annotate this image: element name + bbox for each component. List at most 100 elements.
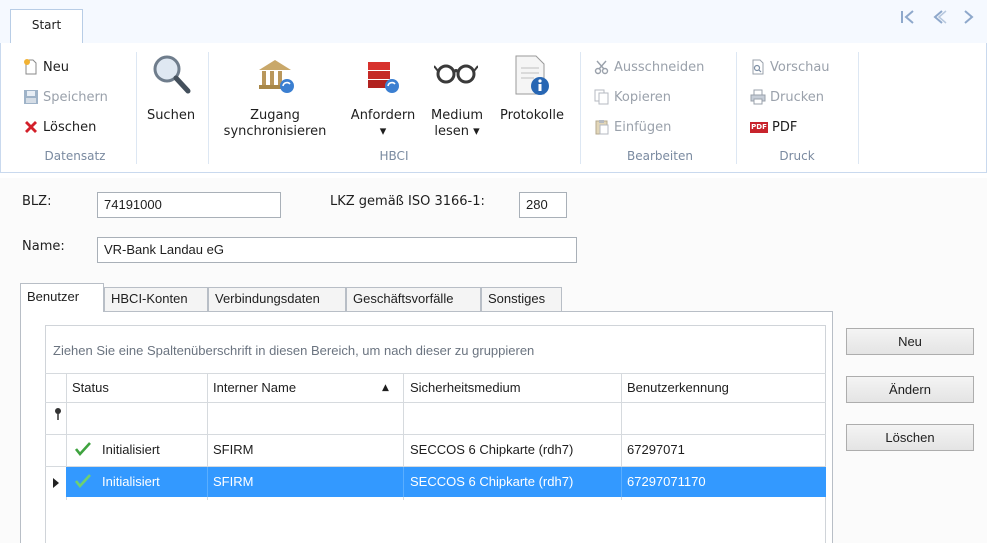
group-label-bearbeiten: Bearbeiten <box>627 149 693 163</box>
grid-line <box>403 467 404 497</box>
aendern-button[interactable]: Ändern <box>846 376 974 403</box>
blz-label: BLZ: <box>22 194 52 209</box>
sort-ascending-icon: ▲ <box>382 383 389 393</box>
name-label: Name: <box>22 239 65 254</box>
ribbon-tab-bar <box>0 0 987 44</box>
filter-pin-icon[interactable] <box>53 407 63 424</box>
protokolle-button[interactable]: Protokolle <box>492 52 572 152</box>
table-row-selected[interactable]: Initialisiert SFIRM SECCOS 6 Chipkarte (… <box>46 467 826 497</box>
preview-icon <box>750 59 766 75</box>
bank-sync-icon <box>255 56 295 101</box>
tab-start[interactable]: Start <box>10 9 83 43</box>
kopieren-label: Kopieren <box>614 89 671 105</box>
pdf-icon: PDF <box>750 119 768 135</box>
medium-lesen-text: lesen <box>434 124 469 139</box>
speichern-label: Speichern <box>43 89 108 105</box>
neu-button[interactable]: Neu <box>23 56 69 78</box>
zugang-label-line1: Zugang <box>250 108 300 123</box>
pdf-badge: PDF <box>750 122 768 133</box>
column-header-status[interactable]: Status <box>72 374 109 402</box>
pdf-button[interactable]: PDF PDF <box>750 116 797 138</box>
copy-icon <box>594 89 610 105</box>
tab-geschaeftsvorfaelle[interactable]: Geschäftsvorfälle <box>346 287 481 311</box>
cell-interner-name: SFIRM <box>213 474 254 489</box>
tab-sonstiges[interactable]: Sonstiges <box>481 287 562 311</box>
pdf-label: PDF <box>772 119 798 135</box>
ausschneiden-label: Ausschneiden <box>614 59 705 75</box>
medium-label-line2: lesen ▾ <box>424 124 490 140</box>
row-indicator-icon <box>53 477 59 491</box>
anfordern-button[interactable]: Anfordern ▾ <box>344 52 422 152</box>
cell-sicherheitsmedium: SECCOS 6 Chipkarte (rdh7) <box>410 442 574 457</box>
tab-hbci-konten[interactable]: HBCI-Konten <box>104 287 208 311</box>
anfordern-dropdown-icon: ▾ <box>379 124 387 139</box>
group-separator <box>736 52 737 164</box>
cell-status: Initialisiert <box>102 474 160 489</box>
tab-verbindungsdaten[interactable]: Verbindungsdaten <box>208 287 346 311</box>
group-label-datensatz: Datensatz <box>44 149 106 163</box>
printer-icon <box>750 89 766 105</box>
blz-field[interactable]: 74191000 <box>97 192 281 218</box>
column-header-sicherheitsmedium[interactable]: Sicherheitsmedium <box>410 374 521 402</box>
nav-next-icon[interactable] <box>958 6 978 34</box>
group-by-hint[interactable]: Ziehen Sie eine Spaltenüberschrift in di… <box>53 343 534 358</box>
vorschau-button[interactable]: Vorschau <box>750 56 830 78</box>
suchen-label: Suchen <box>146 108 196 123</box>
cell-benutzerkennung[interactable]: 67297071170 <box>627 467 719 497</box>
kopieren-button[interactable]: Kopieren <box>594 86 671 108</box>
nav-first-icon[interactable] <box>898 6 918 34</box>
delete-x-icon <box>23 119 39 135</box>
medium-label-line1: Medium <box>431 108 483 123</box>
zugang-synchronisieren-button[interactable]: Zugang synchronisieren <box>214 52 336 152</box>
group-separator <box>858 52 859 164</box>
suchen-button[interactable]: Suchen <box>143 52 199 152</box>
cell-interner-name: SFIRM <box>213 442 254 457</box>
group-separator <box>208 52 209 164</box>
zugang-label-line2: synchronisieren <box>223 124 327 139</box>
glasses-icon <box>433 58 479 93</box>
einfuegen-button[interactable]: Einfügen <box>594 116 671 138</box>
name-field[interactable]: VR-Bank Landau eG <box>97 237 577 263</box>
vorschau-label: Vorschau <box>770 59 830 75</box>
column-header-benutzerkennung[interactable]: Benutzerkennung <box>627 374 729 402</box>
column-header-interner-name[interactable]: Interner Name <box>213 374 296 402</box>
check-icon <box>74 442 91 459</box>
loeschen-ribbon-button[interactable]: Löschen <box>23 116 96 138</box>
grid-line <box>45 402 826 403</box>
tab-benutzer[interactable]: Benutzer <box>20 283 104 312</box>
medium-dropdown-icon: ▾ <box>468 124 480 139</box>
drucken-label: Drucken <box>770 89 825 105</box>
group-separator <box>580 52 581 164</box>
grid-line <box>207 467 208 497</box>
new-document-icon <box>23 59 39 75</box>
group-separator <box>136 52 137 164</box>
nav-prev-icon[interactable] <box>929 6 949 34</box>
group-label-druck: Druck <box>779 149 815 163</box>
neu-label: Neu <box>43 59 69 75</box>
save-icon <box>23 89 39 105</box>
anfordern-label: Anfordern <box>350 108 416 123</box>
cell-sicherheitsmedium: SECCOS 6 Chipkarte (rdh7) <box>410 474 574 489</box>
medium-lesen-button[interactable]: Medium lesen ▾ <box>424 52 490 152</box>
protocol-info-icon <box>512 54 552 103</box>
lkz-field[interactable]: 280 <box>519 192 567 218</box>
drucken-button[interactable]: Drucken <box>750 86 824 108</box>
lkz-label: LKZ gemäß ISO 3166-1: <box>330 194 485 209</box>
magnifier-icon <box>149 52 193 101</box>
table-row[interactable]: Initialisiert SFIRM SECCOS 6 Chipkarte (… <box>46 435 826 466</box>
einfuegen-label: Einfügen <box>614 119 672 135</box>
scissors-icon <box>594 59 610 75</box>
group-label-hbci: HBCI <box>379 149 409 163</box>
protokolle-label: Protokolle <box>500 108 564 123</box>
neu-user-button[interactable]: Neu <box>846 328 974 355</box>
paste-icon <box>594 119 610 135</box>
cell-status: Initialisiert <box>102 442 160 457</box>
speichern-button[interactable]: Speichern <box>23 86 108 108</box>
request-documents-icon <box>362 56 402 101</box>
loeschen-ribbon-label: Löschen <box>43 119 97 135</box>
loeschen-user-button[interactable]: Löschen <box>846 424 974 451</box>
ausschneiden-button[interactable]: Ausschneiden <box>594 56 704 78</box>
check-icon <box>74 474 91 491</box>
grid-line <box>621 467 622 497</box>
cell-benutzerkennung: 67297071 <box>627 442 685 457</box>
